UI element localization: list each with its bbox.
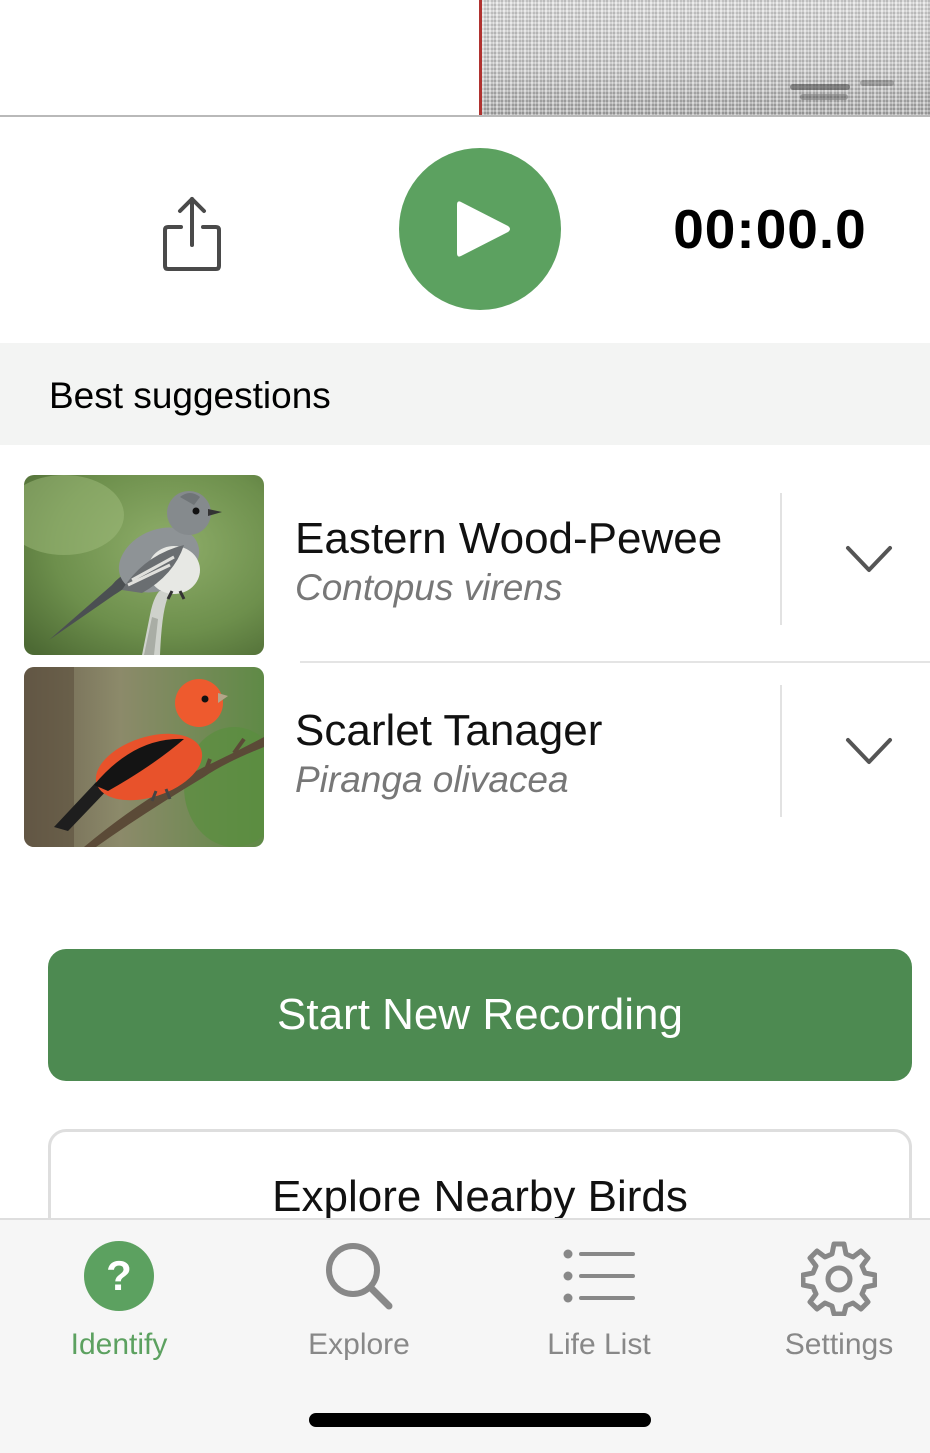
tab-settings[interactable]: Settings	[739, 1220, 930, 1380]
bird-photo	[24, 475, 264, 655]
elapsed-time: 00:00.0	[673, 198, 867, 260]
start-recording-button[interactable]: Start New Recording	[48, 949, 912, 1081]
spectrogram-trace	[790, 84, 850, 90]
expand-button[interactable]	[826, 520, 912, 600]
player-controls: 00:00.0	[0, 117, 930, 343]
home-indicator[interactable]	[309, 1413, 651, 1427]
play-button[interactable]	[399, 148, 561, 310]
suggestion-item[interactable]: Scarlet Tanager Piranga olivacea	[0, 662, 930, 852]
tab-label: Identify	[70, 1328, 168, 1361]
tab-label: Explore	[308, 1328, 410, 1361]
suggestions-title: Best suggestions	[49, 375, 331, 416]
bird-photo	[24, 667, 264, 847]
gear-icon	[800, 1240, 878, 1321]
search-icon	[323, 1240, 395, 1317]
tab-label: Life List	[547, 1328, 651, 1361]
svg-text:?: ?	[106, 1252, 132, 1299]
expand-button[interactable]	[826, 712, 912, 792]
tab-label: Settings	[784, 1328, 894, 1361]
suggestions-header: Best suggestions	[0, 343, 930, 445]
divider	[780, 493, 782, 625]
spectrogram-trace	[860, 80, 894, 86]
share-icon	[163, 197, 221, 271]
list-icon	[563, 1240, 635, 1317]
play-icon	[457, 201, 510, 257]
chevron-down-icon	[846, 738, 892, 764]
tab-life-list[interactable]: Life List	[499, 1220, 699, 1380]
tab-identify[interactable]: ? Identify	[19, 1220, 219, 1380]
question-icon: ?	[83, 1240, 155, 1317]
spectrogram[interactable]	[0, 0, 930, 117]
common-name: Eastern Wood-Pewee	[295, 514, 723, 563]
suggestion-item[interactable]: Eastern Wood-Pewee Contopus virens	[0, 470, 930, 660]
explore-nearby-label: Explore Nearby Birds	[272, 1172, 688, 1221]
spectrogram-trace	[800, 94, 848, 100]
tab-explore[interactable]: Explore	[259, 1220, 459, 1380]
scientific-name: Contopus virens	[295, 567, 563, 608]
divider	[780, 685, 782, 817]
spectrogram-noise	[482, 0, 930, 115]
scientific-name: Piranga olivacea	[295, 759, 569, 800]
chevron-down-icon	[846, 546, 892, 572]
playhead[interactable]	[479, 0, 482, 115]
common-name: Scarlet Tanager	[295, 706, 603, 755]
share-button[interactable]	[160, 195, 224, 271]
